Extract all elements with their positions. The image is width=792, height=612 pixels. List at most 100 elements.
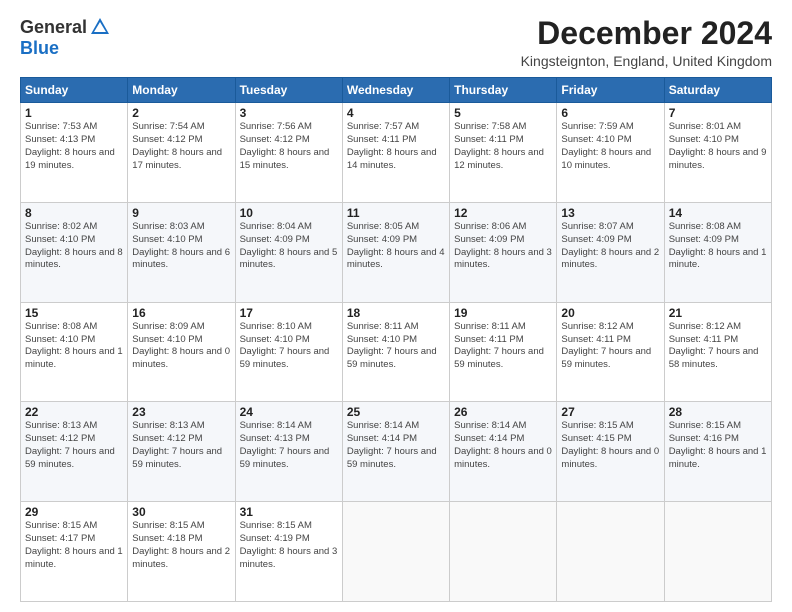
day-cell: 14Sunrise: 8:08 AMSunset: 4:09 PMDayligh… (664, 202, 771, 302)
day-cell: 21Sunrise: 8:12 AMSunset: 4:11 PMDayligh… (664, 302, 771, 402)
day-info: Sunrise: 7:57 AMSunset: 4:11 PMDaylight:… (347, 121, 437, 170)
day-cell: 2Sunrise: 7:54 AMSunset: 4:12 PMDaylight… (128, 103, 235, 203)
day-cell: 19Sunrise: 8:11 AMSunset: 4:11 PMDayligh… (450, 302, 557, 402)
day-number: 9 (132, 206, 230, 220)
day-number: 28 (669, 405, 767, 419)
day-cell: 31Sunrise: 8:15 AMSunset: 4:19 PMDayligh… (235, 502, 342, 602)
day-number: 26 (454, 405, 552, 419)
day-info: Sunrise: 8:02 AMSunset: 4:10 PMDaylight:… (25, 221, 123, 270)
day-cell: 3Sunrise: 7:56 AMSunset: 4:12 PMDaylight… (235, 103, 342, 203)
day-info: Sunrise: 7:53 AMSunset: 4:13 PMDaylight:… (25, 121, 115, 170)
day-cell: 29Sunrise: 8:15 AMSunset: 4:17 PMDayligh… (21, 502, 128, 602)
day-info: Sunrise: 8:14 AMSunset: 4:14 PMDaylight:… (347, 420, 437, 469)
day-cell: 6Sunrise: 7:59 AMSunset: 4:10 PMDaylight… (557, 103, 664, 203)
logo-general-text: General (20, 17, 87, 38)
calendar-table: SundayMondayTuesdayWednesdayThursdayFrid… (20, 77, 772, 602)
day-cell: 28Sunrise: 8:15 AMSunset: 4:16 PMDayligh… (664, 402, 771, 502)
week-row-3: 15Sunrise: 8:08 AMSunset: 4:10 PMDayligh… (21, 302, 772, 402)
day-number: 31 (240, 505, 338, 519)
day-number: 18 (347, 306, 445, 320)
day-info: Sunrise: 8:03 AMSunset: 4:10 PMDaylight:… (132, 221, 230, 270)
day-cell (664, 502, 771, 602)
day-cell: 10Sunrise: 8:04 AMSunset: 4:09 PMDayligh… (235, 202, 342, 302)
day-cell: 26Sunrise: 8:14 AMSunset: 4:14 PMDayligh… (450, 402, 557, 502)
day-number: 20 (561, 306, 659, 320)
day-cell: 5Sunrise: 7:58 AMSunset: 4:11 PMDaylight… (450, 103, 557, 203)
day-info: Sunrise: 8:08 AMSunset: 4:09 PMDaylight:… (669, 221, 767, 270)
day-cell: 4Sunrise: 7:57 AMSunset: 4:11 PMDaylight… (342, 103, 449, 203)
day-number: 29 (25, 505, 123, 519)
week-row-2: 8Sunrise: 8:02 AMSunset: 4:10 PMDaylight… (21, 202, 772, 302)
day-number: 17 (240, 306, 338, 320)
day-info: Sunrise: 7:59 AMSunset: 4:10 PMDaylight:… (561, 121, 651, 170)
day-cell: 18Sunrise: 8:11 AMSunset: 4:10 PMDayligh… (342, 302, 449, 402)
day-cell: 30Sunrise: 8:15 AMSunset: 4:18 PMDayligh… (128, 502, 235, 602)
col-header-monday: Monday (128, 78, 235, 103)
day-number: 23 (132, 405, 230, 419)
day-number: 19 (454, 306, 552, 320)
day-number: 10 (240, 206, 338, 220)
day-number: 27 (561, 405, 659, 419)
day-number: 6 (561, 106, 659, 120)
logo-blue-text: Blue (20, 38, 59, 59)
location: Kingsteignton, England, United Kingdom (521, 53, 772, 69)
day-cell: 1Sunrise: 7:53 AMSunset: 4:13 PMDaylight… (21, 103, 128, 203)
day-info: Sunrise: 8:10 AMSunset: 4:10 PMDaylight:… (240, 321, 330, 370)
day-number: 12 (454, 206, 552, 220)
month-title: December 2024 (521, 16, 772, 51)
day-info: Sunrise: 8:08 AMSunset: 4:10 PMDaylight:… (25, 321, 123, 370)
day-info: Sunrise: 8:11 AMSunset: 4:10 PMDaylight:… (347, 321, 437, 370)
day-number: 25 (347, 405, 445, 419)
week-row-1: 1Sunrise: 7:53 AMSunset: 4:13 PMDaylight… (21, 103, 772, 203)
day-number: 16 (132, 306, 230, 320)
day-info: Sunrise: 8:15 AMSunset: 4:16 PMDaylight:… (669, 420, 767, 469)
day-number: 22 (25, 405, 123, 419)
day-cell: 27Sunrise: 8:15 AMSunset: 4:15 PMDayligh… (557, 402, 664, 502)
day-info: Sunrise: 8:15 AMSunset: 4:17 PMDaylight:… (25, 520, 123, 569)
col-header-tuesday: Tuesday (235, 78, 342, 103)
day-cell: 23Sunrise: 8:13 AMSunset: 4:12 PMDayligh… (128, 402, 235, 502)
day-info: Sunrise: 7:54 AMSunset: 4:12 PMDaylight:… (132, 121, 222, 170)
day-info: Sunrise: 8:15 AMSunset: 4:19 PMDaylight:… (240, 520, 338, 569)
page: General Blue December 2024 Kingsteignton… (0, 0, 792, 612)
day-info: Sunrise: 8:09 AMSunset: 4:10 PMDaylight:… (132, 321, 230, 370)
day-info: Sunrise: 8:13 AMSunset: 4:12 PMDaylight:… (25, 420, 115, 469)
day-info: Sunrise: 8:13 AMSunset: 4:12 PMDaylight:… (132, 420, 222, 469)
logo-icon (89, 16, 111, 38)
day-info: Sunrise: 8:12 AMSunset: 4:11 PMDaylight:… (561, 321, 651, 370)
day-cell: 22Sunrise: 8:13 AMSunset: 4:12 PMDayligh… (21, 402, 128, 502)
title-block: December 2024 Kingsteignton, England, Un… (521, 16, 772, 69)
day-number: 5 (454, 106, 552, 120)
day-info: Sunrise: 8:11 AMSunset: 4:11 PMDaylight:… (454, 321, 544, 370)
day-info: Sunrise: 8:06 AMSunset: 4:09 PMDaylight:… (454, 221, 552, 270)
day-cell: 15Sunrise: 8:08 AMSunset: 4:10 PMDayligh… (21, 302, 128, 402)
day-number: 13 (561, 206, 659, 220)
day-info: Sunrise: 8:15 AMSunset: 4:18 PMDaylight:… (132, 520, 230, 569)
day-info: Sunrise: 8:07 AMSunset: 4:09 PMDaylight:… (561, 221, 659, 270)
header: General Blue December 2024 Kingsteignton… (20, 16, 772, 69)
day-cell (557, 502, 664, 602)
day-number: 2 (132, 106, 230, 120)
day-cell: 17Sunrise: 8:10 AMSunset: 4:10 PMDayligh… (235, 302, 342, 402)
col-header-wednesday: Wednesday (342, 78, 449, 103)
col-header-thursday: Thursday (450, 78, 557, 103)
day-cell: 16Sunrise: 8:09 AMSunset: 4:10 PMDayligh… (128, 302, 235, 402)
day-number: 11 (347, 206, 445, 220)
day-info: Sunrise: 8:15 AMSunset: 4:15 PMDaylight:… (561, 420, 659, 469)
day-number: 7 (669, 106, 767, 120)
day-info: Sunrise: 8:12 AMSunset: 4:11 PMDaylight:… (669, 321, 759, 370)
day-cell: 11Sunrise: 8:05 AMSunset: 4:09 PMDayligh… (342, 202, 449, 302)
week-row-5: 29Sunrise: 8:15 AMSunset: 4:17 PMDayligh… (21, 502, 772, 602)
day-number: 8 (25, 206, 123, 220)
col-header-sunday: Sunday (21, 78, 128, 103)
day-cell: 20Sunrise: 8:12 AMSunset: 4:11 PMDayligh… (557, 302, 664, 402)
day-number: 1 (25, 106, 123, 120)
day-number: 3 (240, 106, 338, 120)
day-number: 30 (132, 505, 230, 519)
day-cell: 24Sunrise: 8:14 AMSunset: 4:13 PMDayligh… (235, 402, 342, 502)
day-info: Sunrise: 8:14 AMSunset: 4:14 PMDaylight:… (454, 420, 552, 469)
day-cell: 25Sunrise: 8:14 AMSunset: 4:14 PMDayligh… (342, 402, 449, 502)
day-number: 24 (240, 405, 338, 419)
day-cell: 13Sunrise: 8:07 AMSunset: 4:09 PMDayligh… (557, 202, 664, 302)
day-info: Sunrise: 7:56 AMSunset: 4:12 PMDaylight:… (240, 121, 330, 170)
